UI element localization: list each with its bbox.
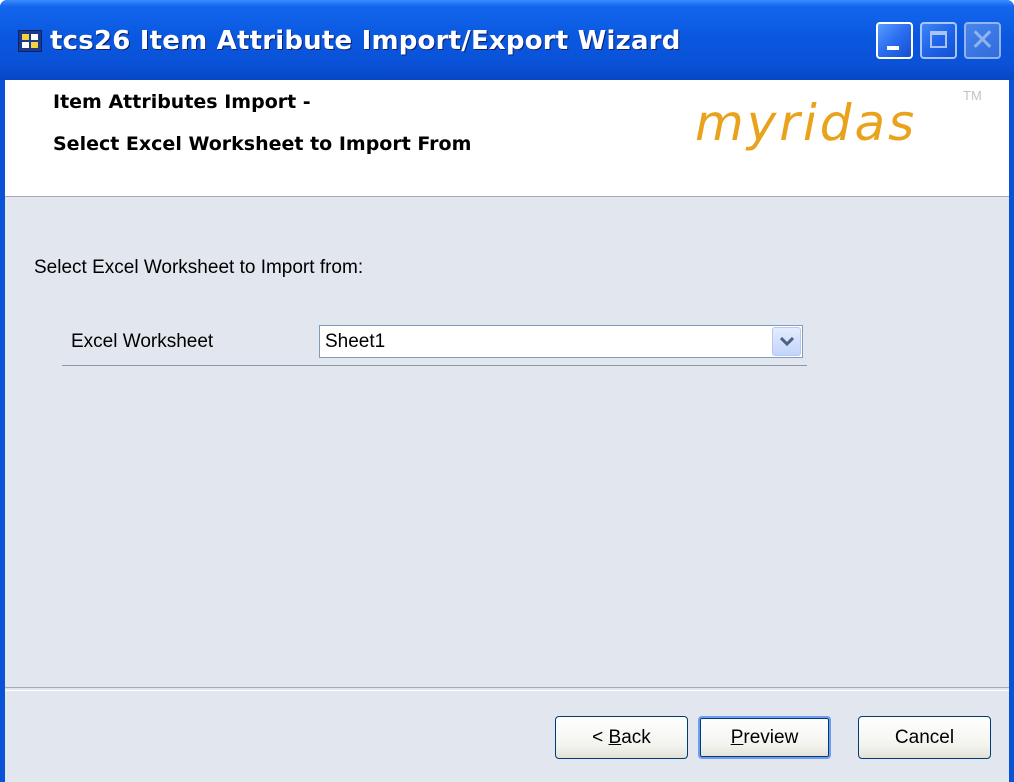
dropdown-arrow-button[interactable] <box>772 327 801 356</box>
page-subtitle: Select Excel Worksheet to Import From <box>53 133 472 155</box>
window-title: tcs26 Item Attribute Import/Export Wizar… <box>50 26 681 56</box>
excel-worksheet-label: Excel Worksheet <box>71 331 214 352</box>
wizard-header: Item Attributes Import - Select Excel Wo… <box>5 80 1009 197</box>
back-button-label: ack <box>621 727 651 748</box>
page-title: Item Attributes Import - <box>53 91 311 113</box>
wizard-client-area: Item Attributes Import - Select Excel Wo… <box>5 80 1009 782</box>
title-bar[interactable]: tcs26 Item Attribute Import/Export Wizar… <box>0 0 1014 80</box>
selected-worksheet: Sheet1 <box>325 331 386 352</box>
footer-separator <box>5 687 1009 691</box>
back-button-prefix: < <box>592 727 609 748</box>
maximize-button[interactable] <box>920 22 957 59</box>
preview-button-mnemonic: P <box>730 727 744 748</box>
back-button[interactable]: < Back <box>555 716 688 759</box>
close-icon: ✕ <box>969 23 996 58</box>
chevron-down-icon <box>780 337 794 347</box>
instruction-text: Select Excel Worksheet to Import from: <box>34 257 364 278</box>
app-icon[interactable] <box>18 30 42 52</box>
close-button[interactable]: ✕ <box>964 22 1001 59</box>
field-divider <box>62 365 807 366</box>
myridas-logo: myridas <box>695 94 918 152</box>
back-button-mnemonic: B <box>608 727 622 748</box>
preview-button-label: review <box>743 727 799 748</box>
wizard-window: tcs26 Item Attribute Import/Export Wizar… <box>0 0 1014 782</box>
minimize-icon <box>887 46 899 50</box>
excel-worksheet-dropdown[interactable]: Sheet1 <box>319 325 803 358</box>
cancel-button[interactable]: Cancel <box>858 716 991 759</box>
maximize-icon <box>930 31 947 48</box>
preview-button[interactable]: Preview <box>698 716 831 759</box>
trademark-mark: TM <box>963 88 982 103</box>
minimize-button[interactable] <box>876 22 913 59</box>
